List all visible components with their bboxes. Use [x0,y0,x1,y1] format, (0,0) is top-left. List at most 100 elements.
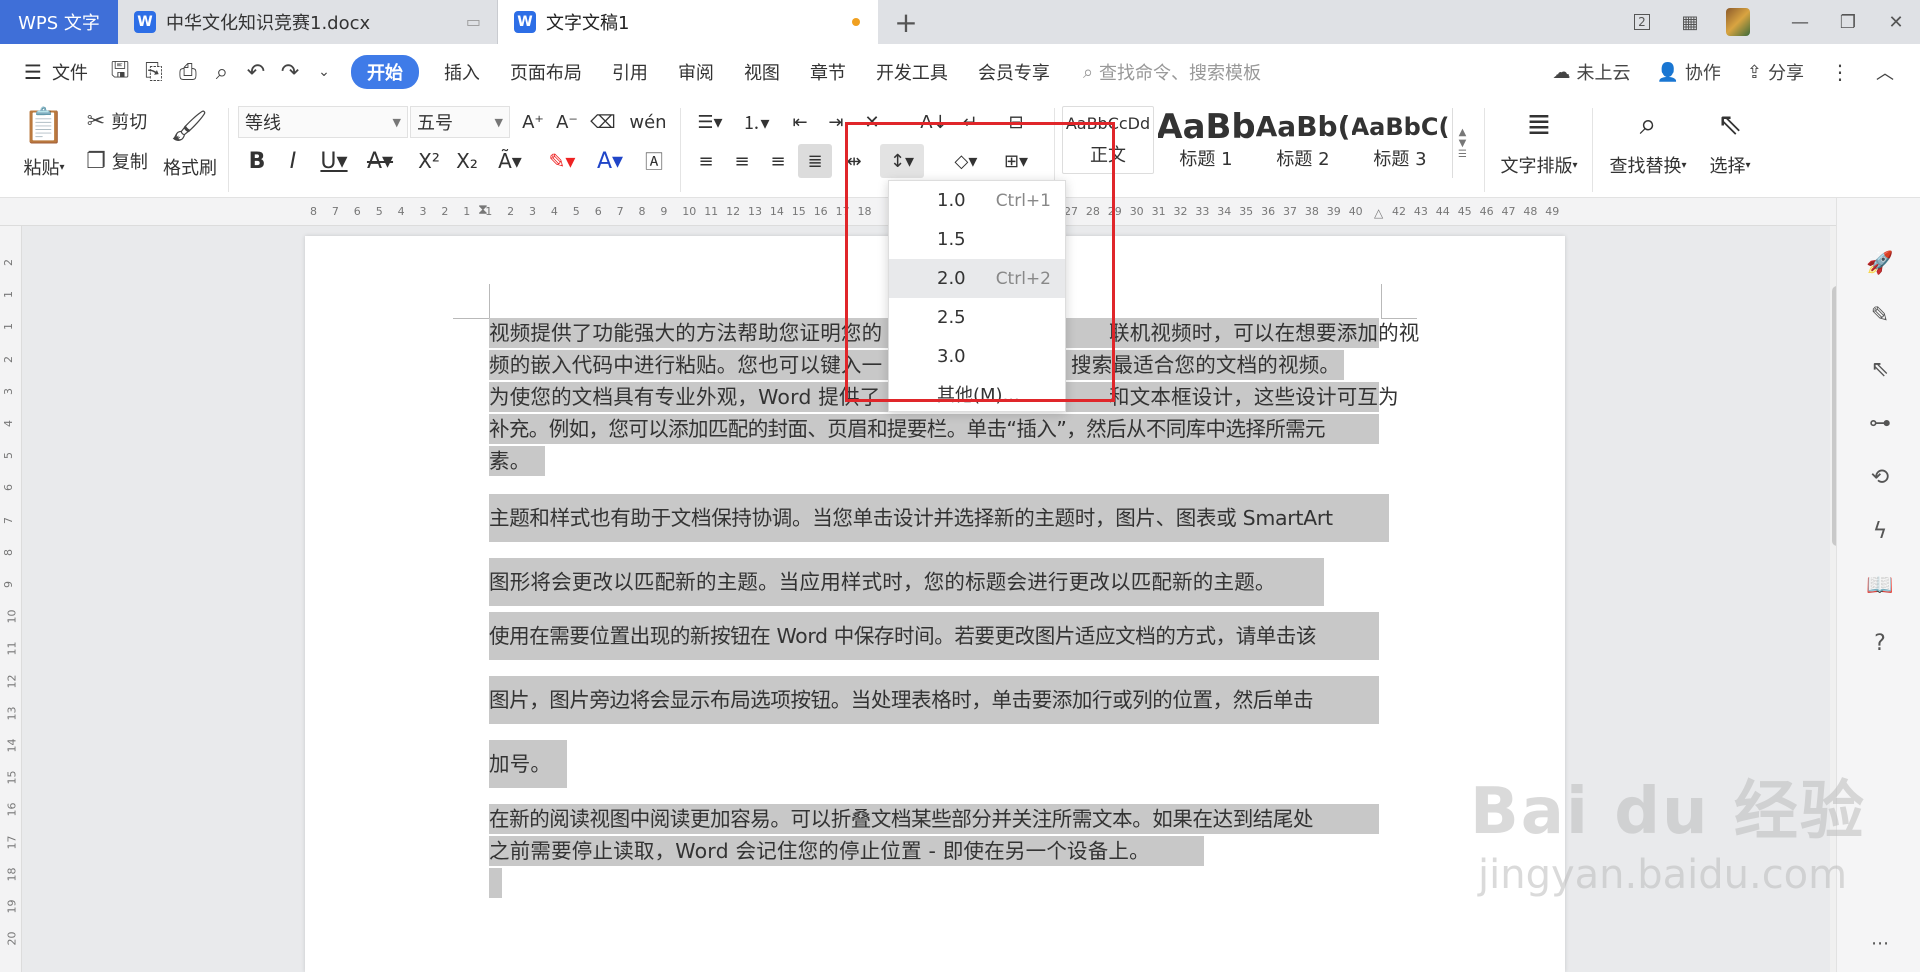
new-tab-button[interactable]: + [878,0,934,44]
more-icon[interactable]: ⋯ [1865,928,1895,958]
line-spacing-3-0[interactable]: 3.0 [889,337,1065,376]
tab-developer[interactable]: 开发工具 [861,59,963,85]
lightning-icon[interactable]: ϟ [1865,516,1895,546]
indent-marker-icon[interactable]: ⧗ [478,202,488,218]
print-preview-icon[interactable]: ⌕ [205,55,239,89]
window-count-icon[interactable]: 2 [1618,0,1666,44]
clear-format-icon[interactable]: ⌫ [588,106,618,138]
tab-document-1[interactable]: W 中华文化知识竞赛1.docx ▭ [118,0,498,44]
book-icon[interactable]: 📖 [1865,570,1895,600]
sliders-icon[interactable]: ⊶ [1865,408,1895,438]
collapse-ribbon-icon[interactable]: ︿ [1876,59,1894,85]
tab-chapter[interactable]: 章节 [795,59,861,85]
line-spacing-2-0[interactable]: 2.0 Ctrl+2 [889,259,1065,298]
line-spacing-button[interactable]: ↕▾ [880,144,924,178]
border-icon[interactable]: ⊞▾ [994,144,1038,178]
pinyin-icon[interactable]: wén [626,106,670,138]
tab-wps-home[interactable]: WPS 文字 [0,0,118,44]
text-layout-button[interactable]: 文字排版 ▾ [1494,150,1584,180]
line-spacing-1-5[interactable]: 1.5 [889,220,1065,259]
underline-icon[interactable]: U▾ [312,144,356,178]
styles-scroll[interactable]: ▲ ▼ ☰ [1452,108,1472,178]
restore-button[interactable]: ❐ [1824,0,1872,44]
sort-icon[interactable]: A↓ [918,106,950,138]
cloud-button[interactable]: ☁ 未上云 [1552,59,1630,85]
align-center-icon[interactable]: ≡ [726,144,758,178]
paste-button[interactable]: 粘贴 ▾ [14,152,74,182]
bullets-icon[interactable]: ☰▾ [690,106,730,138]
right-indent-marker-icon[interactable]: △ [1374,206,1383,220]
print-icon[interactable]: ⎙ [171,55,205,89]
line-spacing-other[interactable]: 其他(M)... [889,376,1065,412]
distribute-icon[interactable]: ⇹ [838,144,870,178]
user-avatar[interactable] [1714,0,1762,44]
translate-icon[interactable]: ⟲ [1865,462,1895,492]
save-icon[interactable]: 🖫 [103,55,137,89]
style-heading-1[interactable]: AaBb 标题 1 [1158,106,1254,174]
italic-icon[interactable]: I [276,144,310,178]
clipboard-icon[interactable]: 📋 [16,106,72,146]
pointer-icon[interactable]: ⇖ [1865,354,1895,384]
file-menu[interactable]: ☰ 文件 [0,59,103,85]
rocket-icon[interactable]: 🚀 [1865,248,1895,278]
bold-icon[interactable]: B [240,144,274,178]
numbering-icon[interactable]: ⒈▾ [736,106,776,138]
strikethrough-icon[interactable]: A▾ [360,144,400,178]
grid-apps-icon[interactable]: ▦ [1666,0,1714,44]
font-color-icon[interactable]: A▾ [588,144,632,178]
tab-review[interactable]: 审阅 [663,59,729,85]
tab-references[interactable]: 引用 [597,59,663,85]
help-icon[interactable]: ? [1865,628,1895,658]
redo-icon[interactable]: ↷ [273,55,307,89]
tab-document-2[interactable]: W 文字文稿1 [498,0,878,44]
shrink-font-icon[interactable]: A⁻ [552,106,582,138]
magnifier-icon[interactable]: ⌕ [1600,104,1696,144]
customize-dropdown-icon[interactable]: ⌄ [307,55,341,89]
align-right-icon[interactable]: ≡ [762,144,794,178]
style-heading-2[interactable]: AaBb( 标题 2 [1256,106,1350,174]
tab-page-layout[interactable]: 页面布局 [495,59,597,85]
tab-view[interactable]: 视图 [729,59,795,85]
justify-icon[interactable]: ≣ [798,144,832,178]
char-border-icon[interactable]: 🄰 [638,144,670,178]
style-normal[interactable]: AaBbCcDd 正文 [1062,106,1154,174]
cursor-icon[interactable]: ⇖ [1700,104,1760,144]
close-button[interactable]: ✕ [1872,0,1920,44]
font-size-select[interactable]: 五号 ▼ [410,106,510,138]
table-ruler-icon[interactable]: ⊟ [1000,106,1032,138]
minimize-button[interactable]: — [1776,0,1824,44]
font-name-select[interactable]: 等线 ▼ [238,106,408,138]
subscript-icon[interactable]: X₂ [450,144,484,178]
collab-button[interactable]: 👤 协作 [1656,59,1720,85]
more-menu-icon[interactable]: ⋮ [1830,60,1850,84]
text-effect-icon[interactable]: Ã▾ [488,144,532,178]
show-marks-icon[interactable]: ↵ [954,106,986,138]
pen-icon[interactable]: ✎ [1865,300,1895,330]
export-icon[interactable]: ⎘ [137,55,171,89]
increase-indent-icon[interactable]: ⇥ [820,106,852,138]
find-replace-button[interactable]: 查找替换 ▾ [1600,150,1696,180]
cut-button[interactable]: ✂ 剪切 [80,106,154,136]
format-painter-button[interactable]: 格式刷 [160,152,220,182]
command-search[interactable]: ⌕ 查找命令、搜索模板 [1083,59,1261,85]
copy-button[interactable]: ❐ 复制 [80,146,154,176]
line-spacing-1-0[interactable]: 1.0 Ctrl+1 [889,181,1065,220]
share-button[interactable]: ⇪ 分享 [1747,59,1804,85]
highlight-icon[interactable]: ✎▾ [540,144,584,178]
brush-icon[interactable]: 🖌 [160,106,218,146]
chinese-layout-icon[interactable]: ✕ [856,106,888,138]
decrease-indent-icon[interactable]: ⇤ [784,106,816,138]
vertical-ruler[interactable]: 2 1 1 2 3 4 5 6 7 8 9 10 11 12 13 14 15 16 17 18 19 20 [0,226,22,972]
text-layout-icon[interactable]: ≣ [1494,104,1584,144]
grow-font-icon[interactable]: A⁺ [518,106,548,138]
shading-icon[interactable]: ◇▾ [944,144,988,178]
undo-icon[interactable]: ↶ [239,55,273,89]
line-spacing-2-5[interactable]: 2.5 [889,298,1065,337]
align-left-icon[interactable]: ≡ [690,144,722,178]
superscript-icon[interactable]: X² [412,144,446,178]
tab-insert[interactable]: 插入 [429,59,495,85]
tab-member[interactable]: 会员专享 [963,59,1065,85]
style-heading-3[interactable]: AaBbC( 标题 3 [1352,106,1448,174]
select-button[interactable]: 选择 ▾ [1700,150,1760,180]
tab-start[interactable]: 开始 [350,55,419,89]
